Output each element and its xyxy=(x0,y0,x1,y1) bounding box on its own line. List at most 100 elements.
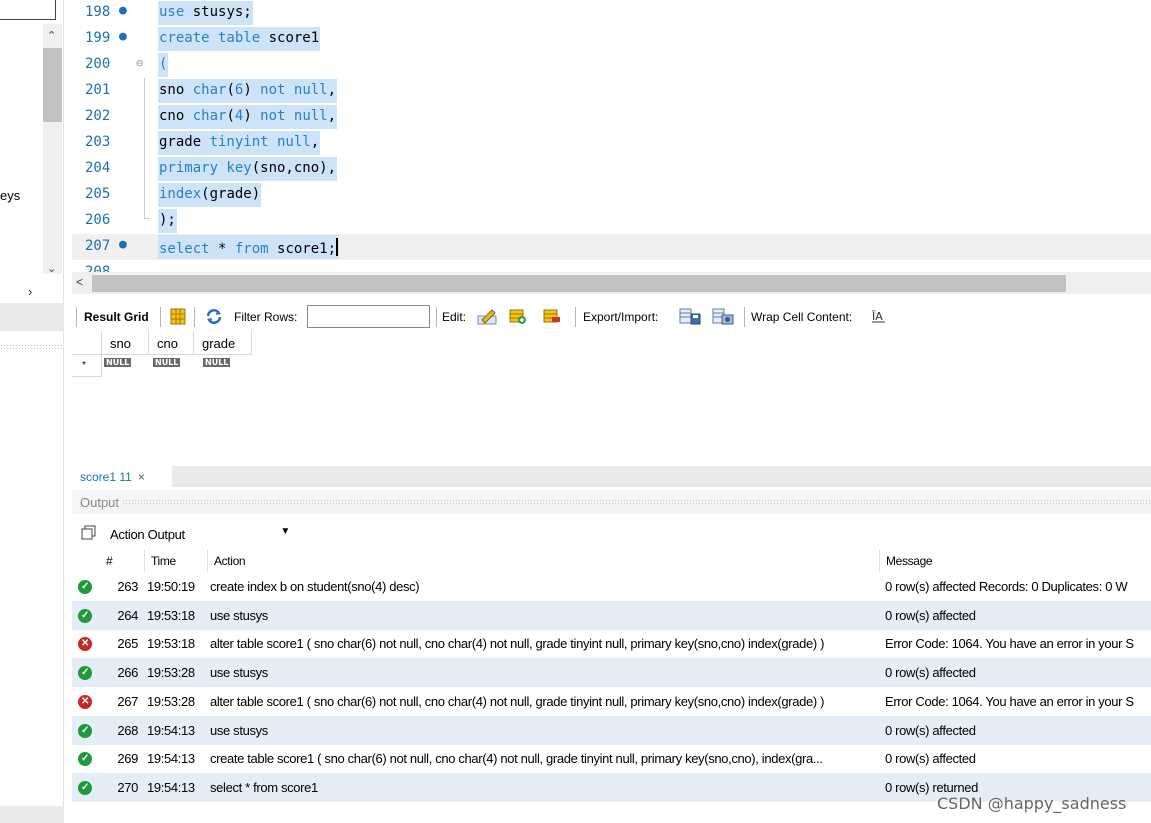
editor-line[interactable]: 204 primary key(sno,cno), xyxy=(72,156,1151,182)
result-tab-bar: score1 11 × xyxy=(72,466,1151,487)
output-row[interactable]: ✕ 267 19:53:28 alter table score1 ( sno cha… xyxy=(72,687,1151,716)
output-toolbar: Action Output ▼ xyxy=(72,520,1151,548)
editor-line[interactable]: 203 grade tinyint null, xyxy=(72,130,1151,156)
action-output-table: # Time Action Message ✓ 263 19:50:19 create… xyxy=(72,549,1151,809)
output-row[interactable]: ✓ 266 19:53:28 use stusys 0 row(s) affected xyxy=(72,658,1151,688)
row-action: use stusys xyxy=(210,607,268,623)
sql-text: * xyxy=(209,241,235,257)
null-cell[interactable]: NULL xyxy=(153,358,181,367)
sql-keyword: not null xyxy=(260,82,328,98)
sql-keyword: char xyxy=(192,82,227,98)
editor-line[interactable]: 206); xyxy=(72,208,1151,234)
sql-text: ) xyxy=(243,82,261,98)
editor-line[interactable]: 205 index(grade) xyxy=(72,182,1151,208)
error-icon: ✕ xyxy=(78,637,92,652)
null-cell[interactable]: NULL xyxy=(104,358,132,367)
code-text[interactable]: create table score1 xyxy=(158,27,321,51)
sql-editor[interactable]: 198 ● use stusys; 199 ● create table score1 20… xyxy=(72,0,1151,272)
row-message: 0 row(s) returned xyxy=(885,779,979,795)
editor-horizontal-scrollbar[interactable]: < xyxy=(72,272,1151,294)
edit-row-icon[interactable] xyxy=(476,308,498,325)
delete-row-icon[interactable] xyxy=(543,308,561,325)
row-message: 0 row(s) affected xyxy=(885,607,976,623)
result-grid[interactable]: sno cno grade * NULL NULL NULL xyxy=(72,331,272,377)
editor-line[interactable]: 199 ● create table score1 xyxy=(72,26,1151,52)
splitter-grip[interactable] xyxy=(0,344,64,350)
row-number: 263 xyxy=(117,579,138,594)
fold-toggle-icon[interactable]: ⊖ xyxy=(136,56,143,70)
statement-marker-icon[interactable]: ● xyxy=(119,3,127,18)
result-grid-label[interactable]: Result Grid xyxy=(84,310,149,324)
navigator-scrollbar[interactable]: ⌃ ⌄ xyxy=(43,24,62,275)
new-row-marker[interactable]: * xyxy=(72,355,102,377)
editor-line[interactable]: 200 ⊖ ( xyxy=(72,52,1151,78)
code-text[interactable]: primary key(sno,cno), xyxy=(158,157,338,181)
import-icon[interactable] xyxy=(712,308,734,325)
row-number: 266 xyxy=(117,665,138,681)
row-time: 19:54:13 xyxy=(147,779,195,795)
output-row[interactable]: ✓ 264 19:53:18 use stusys 0 row(s) affected xyxy=(72,600,1151,630)
toolbar-separator xyxy=(194,307,195,327)
line-number: 201 xyxy=(85,82,111,98)
output-row[interactable]: ✓ 269 19:54:13 create table score1 ( sno ch… xyxy=(72,744,1151,773)
insert-row-icon[interactable] xyxy=(509,308,527,325)
row-action: create index b on student(sno(4) desc) xyxy=(210,579,420,594)
row-time: 19:54:13 xyxy=(147,722,195,738)
code-text[interactable]: index(grade) xyxy=(158,183,262,207)
code-text[interactable]: sno char(6) not null, xyxy=(158,79,338,103)
code-text[interactable]: grade tinyint null, xyxy=(158,131,321,155)
scrollbar-thumb[interactable] xyxy=(92,275,1066,292)
export-icon[interactable] xyxy=(679,308,701,325)
column-header[interactable]: grade xyxy=(194,331,252,355)
navigator-search-box[interactable] xyxy=(0,0,56,20)
refresh-icon[interactable] xyxy=(205,308,223,325)
output-row[interactable]: ✓ 263 19:50:19 create index b on student(sn… xyxy=(72,572,1151,601)
column-header-time[interactable]: Time xyxy=(144,549,176,572)
line-number: 208 xyxy=(85,264,111,272)
filter-rows-input[interactable] xyxy=(307,305,430,328)
row-time: 19:50:19 xyxy=(147,579,195,594)
expand-arrow-icon[interactable]: › xyxy=(28,284,32,299)
navigator-item-label[interactable]: eys xyxy=(0,188,20,203)
column-header-action[interactable]: Action xyxy=(207,549,246,572)
scroll-left-icon[interactable]: < xyxy=(76,275,83,289)
editor-line[interactable]: 198 ● use stusys; xyxy=(72,0,1151,26)
line-number: 204 xyxy=(85,160,111,176)
column-header[interactable]: cno xyxy=(149,331,194,355)
row-number: 268 xyxy=(117,722,138,738)
editor-line[interactable]: 207 ● select * from score1; xyxy=(72,234,1151,260)
scrollbar-thumb[interactable] xyxy=(43,48,62,122)
toolbar-separator xyxy=(744,307,745,327)
output-type-select[interactable]: Action Output ▼ xyxy=(108,523,294,545)
column-header[interactable]: sno xyxy=(102,331,149,355)
scroll-down-icon[interactable]: ⌄ xyxy=(47,262,56,275)
copy-icon[interactable] xyxy=(81,525,96,540)
grid-view-icon[interactable] xyxy=(169,308,187,325)
code-text[interactable]: use stusys; xyxy=(158,1,253,25)
text-caret xyxy=(336,238,339,256)
sql-text: (grade) xyxy=(201,186,261,202)
code-text[interactable]: ( xyxy=(158,53,169,77)
output-row[interactable]: ✓ 268 19:54:13 use stusys 0 row(s) affected xyxy=(72,715,1151,745)
column-header-number[interactable]: # xyxy=(100,549,113,572)
null-cell[interactable]: NULL xyxy=(203,358,231,367)
code-text[interactable]: ); xyxy=(158,209,177,233)
editor-line[interactable]: 202 cno char(4) not null, xyxy=(72,104,1151,130)
edit-label: Edit: xyxy=(442,310,467,324)
line-number: 203 xyxy=(85,134,111,150)
row-time: 19:53:18 xyxy=(147,607,195,623)
column-header-message[interactable]: Message xyxy=(879,549,933,572)
close-icon[interactable]: × xyxy=(138,470,145,484)
statement-marker-icon[interactable]: ● xyxy=(119,237,127,252)
row-action: select * from score1 xyxy=(210,779,318,795)
panel-grip[interactable] xyxy=(122,499,1151,505)
statement-marker-icon[interactable]: ● xyxy=(119,29,127,44)
code-text[interactable]: cno char(4) not null, xyxy=(158,105,338,129)
editor-line[interactable]: 208 xyxy=(72,260,1151,272)
output-row[interactable]: ✕ 265 19:53:18 alter table score1 ( sno cha… xyxy=(72,629,1151,658)
wrap-text-icon[interactable]: ĪA xyxy=(871,308,887,325)
tab-score1[interactable]: score1 11 × xyxy=(72,466,172,487)
code-text[interactable]: select * from score1; xyxy=(158,235,340,259)
editor-line[interactable]: 201 sno char(6) not null, xyxy=(72,78,1151,104)
scroll-up-icon[interactable]: ⌃ xyxy=(47,29,56,42)
